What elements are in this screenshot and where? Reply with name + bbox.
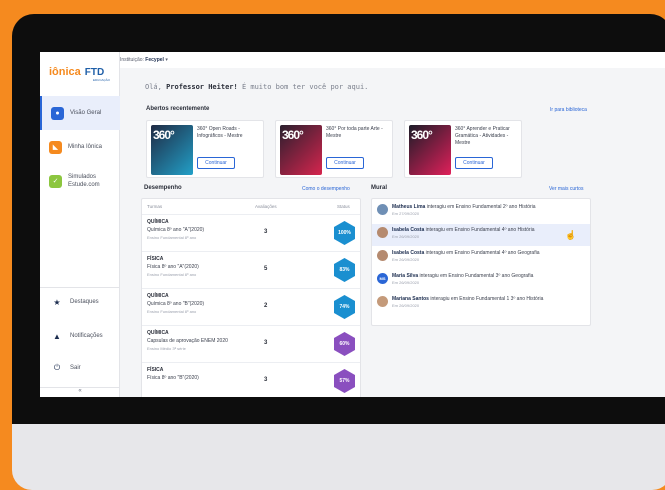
status-badge: 57% [334,369,355,393]
continue-button[interactable]: Continuar [326,157,364,169]
table-row[interactable]: FÍSICA Física 8º ano "B"(2020) 3 57% [142,362,360,397]
status-badge: 83% [334,258,355,282]
mural-feed: Matheus Lima interagiu em Ensino Fundame… [371,198,591,326]
sidebar-item-notificacoes[interactable]: ▲ Notificações [40,322,120,350]
library-link[interactable]: Ir para biblioteca [550,107,587,113]
institution-select[interactable]: Fecypel [145,57,164,63]
book-cover-image: 360° [151,125,193,175]
recent-card[interactable]: 360° 360° Aprender e Praticar Gramática … [404,120,522,178]
eye-icon: ● [51,106,64,120]
book-cover-image: 360° [409,125,451,175]
avatar [377,227,388,238]
avatar: MS [377,273,388,284]
power-icon: ⏻ [53,363,61,372]
table-row[interactable]: FÍSICA Física 8º ano "A"(2020) Ensino Fu… [142,251,360,288]
app-screen: iônica FTD EDUCAÇÃO ● Visão Geral ◣ Minha… [40,52,665,397]
list-item[interactable]: Mariana Santos interagiu em Ensino Funda… [372,293,590,315]
recent-card[interactable]: 360° 360° Open Roads - Infográficos - Me… [146,120,264,178]
simulados-icon: ✓ [49,174,62,188]
sidebar-item-destaques[interactable]: ★ Destaques [40,288,120,316]
status-badge: 74% [334,295,355,319]
ionica-icon: ◣ [49,140,62,154]
sidebar-item-sair[interactable]: ⏻ Sair [40,354,120,382]
table-row[interactable]: QUÍMICA Capsulas de aprovação ENEM 2020 … [142,325,360,362]
status-badge: 60% [334,332,355,356]
top-bar: Instituição: Fecypel ▾ [120,52,665,68]
continue-button[interactable]: Continuar [455,157,493,169]
continue-button[interactable]: Continuar [197,157,235,169]
list-item[interactable]: Isabela Costa interagiu em Ensino Fundam… [372,224,590,246]
status-badge: 100% [334,221,355,245]
brand-logo[interactable]: iônica FTD EDUCAÇÃO [49,66,110,82]
book-cover-image: 360° [280,125,322,175]
avatar [377,296,388,307]
performance-link[interactable]: Como o desempenho [302,186,350,192]
sidebar-item-minha-ionica[interactable]: ◣ Minha Iônica [40,130,120,164]
avatar [377,204,388,215]
mural-section-title: Mural [371,185,388,191]
list-item[interactable]: Matheus Lima interagiu em Ensino Fundame… [372,201,590,223]
laptop-base [12,420,665,490]
performance-table: Turmas Avaliações Status QUÍMICA Química… [141,198,361,397]
performance-section-title: Desempenho [144,185,182,191]
list-item[interactable]: Isabela Costa interagiu em Ensino Fundam… [372,247,590,269]
table-row[interactable]: QUÍMICA Química 8º ano "A"(2020) Ensino … [142,214,360,251]
sidebar-item-simulados[interactable]: ✓ Simulados Estude.com [40,164,120,198]
recent-card[interactable]: 360° 360° Por toda parte Arte - Mestre C… [275,120,393,178]
collapse-sidebar-button[interactable]: « [40,387,120,397]
list-item[interactable]: MS Maria Silva interagiu em Ensino Funda… [372,270,590,292]
star-icon: ★ [53,297,61,307]
chevron-down-icon[interactable]: ▾ [165,57,168,63]
greeting: Olá, Professor Heiter! É muito bom ter v… [145,83,369,91]
mural-more-link[interactable]: Ver mais curtos [549,186,583,192]
table-row[interactable]: QUÍMICA Química 8º ano "B"(2020) Ensino … [142,288,360,325]
hand-cursor-icon: ☝ [565,230,577,240]
sidebar: iônica FTD EDUCAÇÃO ● Visão Geral ◣ Minha… [40,52,120,397]
bell-icon: ▲ [53,331,61,341]
avatar [377,250,388,261]
recent-section-title: Abertos recentemente [146,106,210,112]
sidebar-item-visao-geral[interactable]: ● Visão Geral [40,96,120,130]
